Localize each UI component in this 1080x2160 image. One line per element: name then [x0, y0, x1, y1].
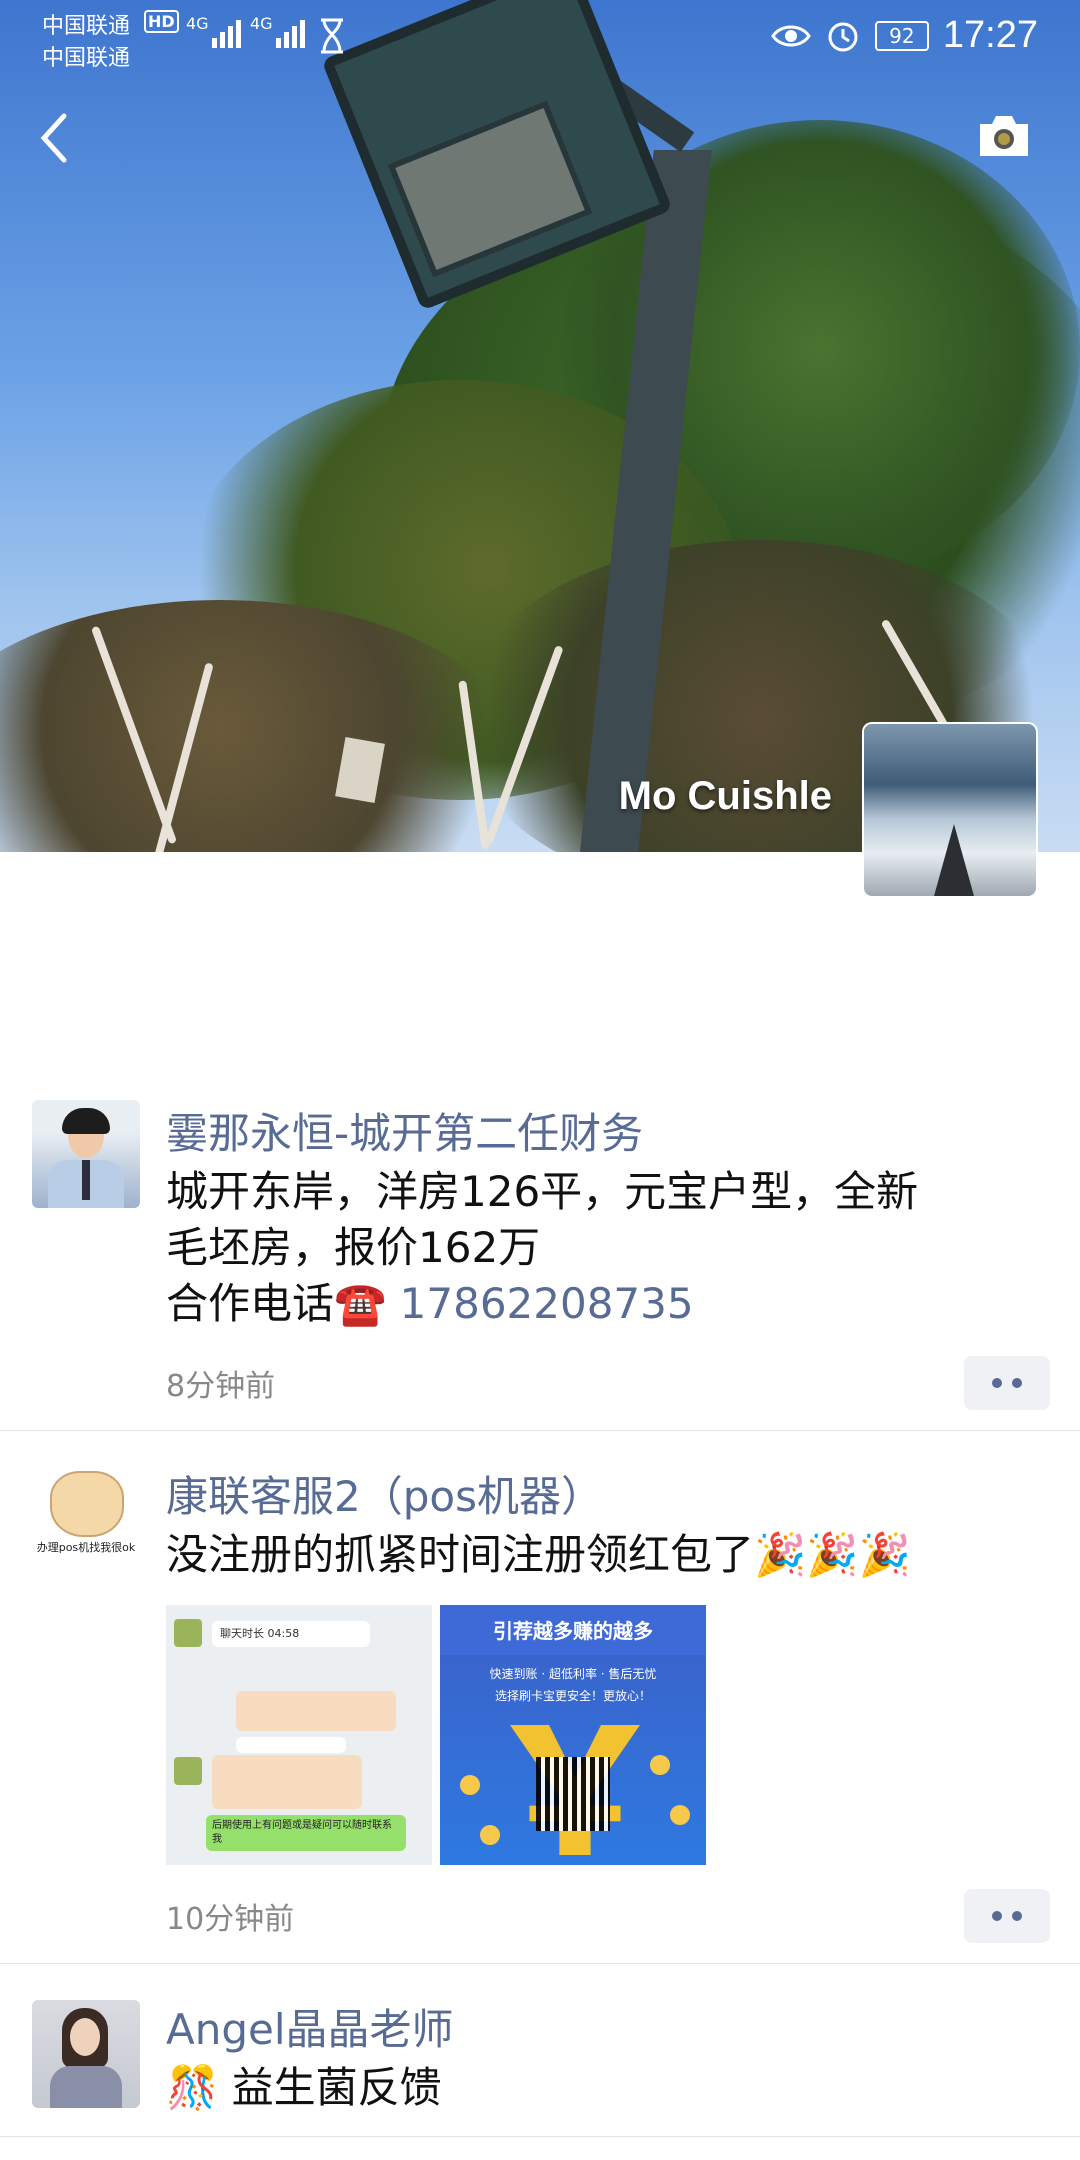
avatar-caption: 办理pos机找我很ok	[36, 1541, 136, 1554]
post-image-promo[interactable]: 引荐越多赚的越多 快速到账 · 超低利率 · 售后无忧 选择刷卡宝更安全！更放心…	[440, 1605, 706, 1865]
network-type-1: 4G	[186, 14, 209, 33]
eye-icon	[771, 25, 811, 46]
author-name[interactable]: 康联客服2（pos机器）	[166, 1467, 1050, 1527]
promo-subtitle: 选择刷卡宝更安全！更放心！	[494, 1689, 651, 1703]
battery-indicator: 92	[874, 20, 929, 51]
clock: 17:27	[942, 14, 1038, 56]
camera-icon[interactable]	[976, 112, 1032, 160]
promo-subtitle: 快速到账 · 超低利率 · 售后无忧	[489, 1667, 657, 1681]
more-options-button[interactable]	[964, 1889, 1050, 1943]
author-avatar[interactable]: 办理pos机找我很ok	[32, 1463, 140, 1571]
carrier-2: 中国联通	[42, 46, 131, 71]
hamster-icon	[50, 1471, 124, 1537]
moments-feed: 霎那永恒-城开第二任财务 城开东岸，洋房126平，元宝户型，全新 毛坯房，报价1…	[0, 1086, 1080, 2137]
more-options-button[interactable]	[964, 1356, 1050, 1410]
hourglass-icon	[321, 18, 343, 54]
author-avatar[interactable]	[32, 1100, 140, 1208]
post-text-line: 毛坯房，报价162万	[166, 1223, 541, 1272]
post-text: 没注册的抓紧时间注册领红包了🎉🎉🎉	[166, 1530, 911, 1579]
promo-title: 引荐越多赚的越多	[493, 1619, 653, 1643]
alarm-icon	[828, 22, 858, 51]
post-text: 🎊 益生菌反馈	[166, 2063, 442, 2112]
qr-code	[536, 1757, 610, 1831]
post-text-line: 城开东岸，洋房126平，元宝户型，全新	[166, 1167, 919, 1216]
post-time: 8分钟前	[166, 1369, 276, 1404]
profile-avatar[interactable]	[864, 724, 1036, 896]
signal-icon-1	[212, 14, 241, 48]
moment-post: Angel晶晶老师 🎊 益生菌反馈	[0, 1964, 1080, 2137]
carrier-1: 中国联通	[42, 14, 131, 39]
chat-reply-bubble: 后期使用上有问题或是疑问可以随时联系我	[206, 1815, 406, 1851]
phone-label: 合作电话☎️	[166, 1279, 400, 1328]
post-text-line: 合作电话☎️ 17862208735	[166, 1276, 1050, 1332]
network-type-2: 4G	[250, 14, 273, 33]
chat-duration-bubble: 聊天时长 04:58	[212, 1621, 370, 1647]
author-name[interactable]: 霎那永恒-城开第二任财务	[166, 1104, 1050, 1164]
back-arrow-icon[interactable]	[34, 108, 74, 168]
profile-name[interactable]: Mo Cuishle	[619, 774, 832, 819]
post-image-chat-screenshot[interactable]: 聊天时长 04:58 后期使用上有问题或是疑问可以随时联系我	[166, 1605, 432, 1865]
post-time: 10分钟前	[166, 1902, 295, 1937]
signal-icon-2	[276, 14, 305, 48]
author-avatar[interactable]	[32, 2000, 140, 2108]
moment-post: 霎那永恒-城开第二任财务 城开东岸，洋房126平，元宝户型，全新 毛坯房，报价1…	[0, 1086, 1080, 1431]
hd-badge: HD	[144, 10, 179, 33]
post-text: 城开东岸，洋房126平，元宝户型，全新 毛坯房，报价162万 合作电话☎️ 17…	[166, 1164, 1050, 1332]
phone-link[interactable]: 17862208735	[400, 1279, 694, 1328]
moment-post: 办理pos机找我很ok 康联客服2（pos机器） 没注册的抓紧时间注册领红包了🎉…	[0, 1431, 1080, 1964]
status-bar: 中国联通 HD 中国联通 4G 4G 92 17:27	[0, 0, 1080, 71]
author-name[interactable]: Angel晶晶老师	[166, 2000, 1050, 2060]
